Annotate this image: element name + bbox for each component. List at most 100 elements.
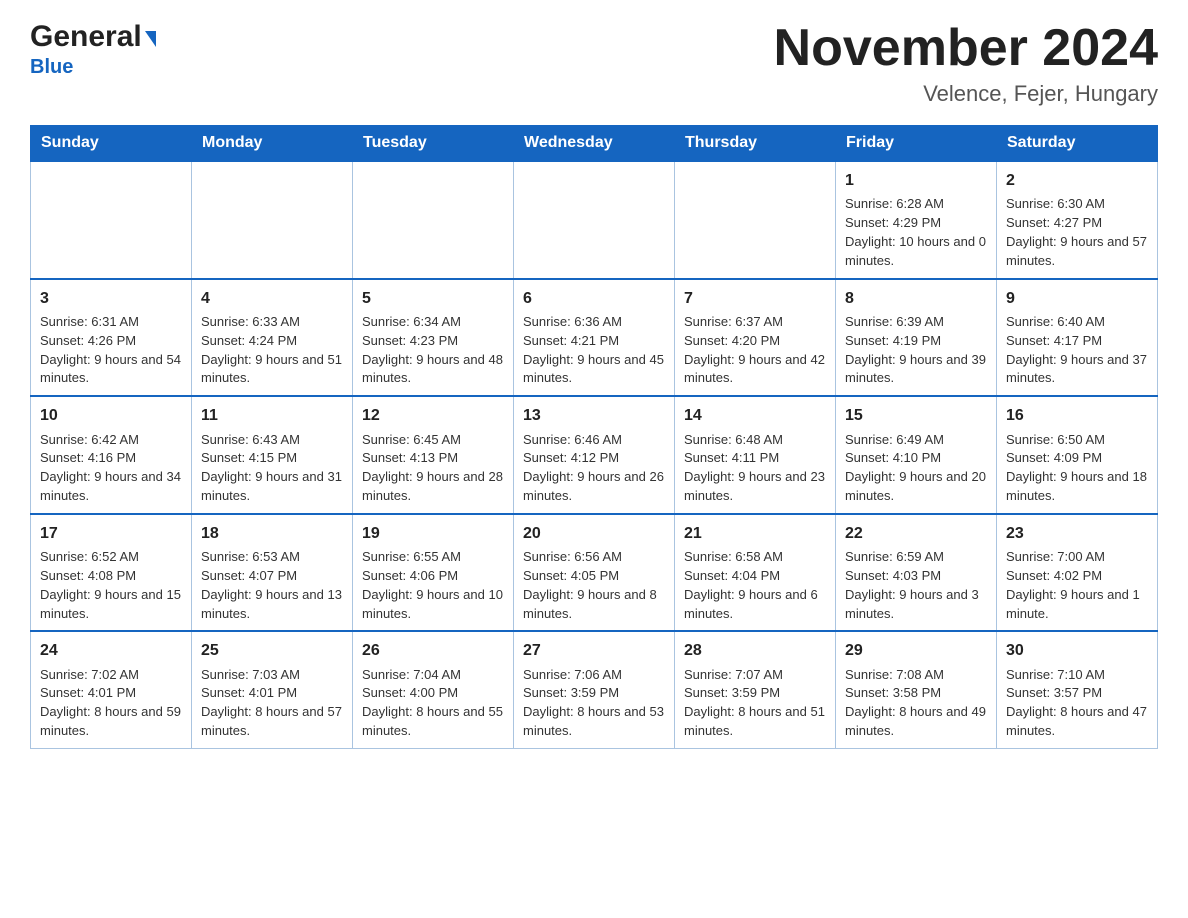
calendar-table: SundayMondayTuesdayWednesdayThursdayFrid… — [30, 125, 1158, 749]
day-number: 4 — [201, 287, 343, 310]
calendar-cell: 26 Sunrise: 7:04 AMSunset: 4:00 PMDayligh… — [353, 631, 514, 748]
day-number: 11 — [201, 404, 343, 427]
day-number: 10 — [40, 404, 182, 427]
calendar-cell: 3 Sunrise: 6:31 AMSunset: 4:26 PMDaylight… — [31, 279, 192, 397]
day-info: Sunrise: 6:53 AMSunset: 4:07 PMDaylight:… — [201, 548, 343, 623]
calendar-cell: 7 Sunrise: 6:37 AMSunset: 4:20 PMDaylight… — [675, 279, 836, 397]
day-info: Sunrise: 7:00 AMSunset: 4:02 PMDaylight:… — [1006, 548, 1148, 623]
day-number: 2 — [1006, 169, 1148, 192]
day-info: Sunrise: 6:49 AMSunset: 4:10 PMDaylight:… — [845, 431, 987, 506]
calendar-cell: 22Sunrise: 6:59 AMSunset: 4:03 PMDayligh… — [836, 514, 997, 632]
calendar-cell: 17 Sunrise: 6:52 AMSunset: 4:08 PMDayligh… — [31, 514, 192, 632]
day-header-monday: Monday — [192, 126, 353, 162]
day-info: Sunrise: 6:40 AMSunset: 4:17 PMDaylight:… — [1006, 313, 1148, 388]
calendar-cell: 6Sunrise: 6:36 AMSunset: 4:21 PMDaylight… — [514, 279, 675, 397]
calendar-cell: 5Sunrise: 6:34 AMSunset: 4:23 PMDaylight… — [353, 279, 514, 397]
day-number: 26 — [362, 639, 504, 662]
calendar-cell: 14 Sunrise: 6:48 AMSunset: 4:11 PMDayligh… — [675, 396, 836, 514]
day-info: Sunrise: 7:04 AMSunset: 4:00 PMDaylight:… — [362, 666, 504, 741]
calendar-cell: 29 Sunrise: 7:08 AMSunset: 3:58 PMDayligh… — [836, 631, 997, 748]
calendar-cell — [353, 161, 514, 279]
day-info: Sunrise: 6:58 AMSunset: 4:04 PMDaylight:… — [684, 548, 826, 623]
calendar-cell: 10 Sunrise: 6:42 AMSunset: 4:16 PMDayligh… — [31, 396, 192, 514]
day-header-sunday: Sunday — [31, 126, 192, 162]
day-info: Sunrise: 7:02 AMSunset: 4:01 PMDaylight:… — [40, 666, 182, 741]
day-number: 15 — [845, 404, 987, 427]
day-number: 25 — [201, 639, 343, 662]
day-info: Sunrise: 6:52 AMSunset: 4:08 PMDaylight:… — [40, 548, 182, 623]
day-info: Sunrise: 7:06 AMSunset: 3:59 PMDaylight:… — [523, 666, 665, 741]
calendar-cell: 21Sunrise: 6:58 AMSunset: 4:04 PMDayligh… — [675, 514, 836, 632]
week-row-5: 24 Sunrise: 7:02 AMSunset: 4:01 PMDayligh… — [31, 631, 1158, 748]
day-number: 6 — [523, 287, 665, 310]
day-number: 1 — [845, 169, 987, 192]
day-number: 20 — [523, 522, 665, 545]
day-info: Sunrise: 6:28 AMSunset: 4:29 PMDaylight:… — [845, 195, 987, 270]
logo-blue-text: Blue — [30, 56, 73, 79]
calendar-cell: 11 Sunrise: 6:43 AMSunset: 4:15 PMDayligh… — [192, 396, 353, 514]
day-info: Sunrise: 7:03 AMSunset: 4:01 PMDaylight:… — [201, 666, 343, 741]
calendar-subtitle: Velence, Fejer, Hungary — [774, 81, 1158, 107]
calendar-cell: 28Sunrise: 7:07 AMSunset: 3:59 PMDayligh… — [675, 631, 836, 748]
calendar-cell: 9 Sunrise: 6:40 AMSunset: 4:17 PMDaylight… — [997, 279, 1158, 397]
calendar-cell: 19Sunrise: 6:55 AMSunset: 4:06 PMDayligh… — [353, 514, 514, 632]
day-info: Sunrise: 6:43 AMSunset: 4:15 PMDaylight:… — [201, 431, 343, 506]
day-info: Sunrise: 6:39 AMSunset: 4:19 PMDaylight:… — [845, 313, 987, 388]
calendar-title: November 2024 — [774, 20, 1158, 77]
day-number: 17 — [40, 522, 182, 545]
day-number: 19 — [362, 522, 504, 545]
calendar-cell — [514, 161, 675, 279]
day-number: 30 — [1006, 639, 1148, 662]
week-row-1: 1 Sunrise: 6:28 AMSunset: 4:29 PMDaylight… — [31, 161, 1158, 279]
day-number: 7 — [684, 287, 826, 310]
logo-arrow-icon — [145, 31, 156, 47]
day-info: Sunrise: 6:33 AMSunset: 4:24 PMDaylight:… — [201, 313, 343, 388]
calendar-cell — [675, 161, 836, 279]
page-header: General Blue November 2024 Velence, Feje… — [30, 20, 1158, 107]
day-info: Sunrise: 6:50 AMSunset: 4:09 PMDaylight:… — [1006, 431, 1148, 506]
day-info: Sunrise: 6:37 AMSunset: 4:20 PMDaylight:… — [684, 313, 826, 388]
day-info: Sunrise: 6:31 AMSunset: 4:26 PMDaylight:… — [40, 313, 182, 388]
day-number: 8 — [845, 287, 987, 310]
calendar-cell: 12 Sunrise: 6:45 AMSunset: 4:13 PMDayligh… — [353, 396, 514, 514]
calendar-cell: 27 Sunrise: 7:06 AMSunset: 3:59 PMDayligh… — [514, 631, 675, 748]
day-header-wednesday: Wednesday — [514, 126, 675, 162]
calendar-cell: 4 Sunrise: 6:33 AMSunset: 4:24 PMDaylight… — [192, 279, 353, 397]
calendar-cell: 18 Sunrise: 6:53 AMSunset: 4:07 PMDayligh… — [192, 514, 353, 632]
calendar-cell: 20Sunrise: 6:56 AMSunset: 4:05 PMDayligh… — [514, 514, 675, 632]
day-number: 24 — [40, 639, 182, 662]
day-header-saturday: Saturday — [997, 126, 1158, 162]
logo-general-text: General — [30, 20, 142, 54]
week-row-2: 3 Sunrise: 6:31 AMSunset: 4:26 PMDaylight… — [31, 279, 1158, 397]
calendar-header-row: SundayMondayTuesdayWednesdayThursdayFrid… — [31, 126, 1158, 162]
day-info: Sunrise: 6:30 AMSunset: 4:27 PMDaylight:… — [1006, 195, 1148, 270]
day-number: 23 — [1006, 522, 1148, 545]
day-info: Sunrise: 6:45 AMSunset: 4:13 PMDaylight:… — [362, 431, 504, 506]
calendar-cell: 25 Sunrise: 7:03 AMSunset: 4:01 PMDayligh… — [192, 631, 353, 748]
day-number: 29 — [845, 639, 987, 662]
day-info: Sunrise: 6:48 AMSunset: 4:11 PMDaylight:… — [684, 431, 826, 506]
calendar-cell: 15 Sunrise: 6:49 AMSunset: 4:10 PMDayligh… — [836, 396, 997, 514]
day-info: Sunrise: 6:42 AMSunset: 4:16 PMDaylight:… — [40, 431, 182, 506]
calendar-cell: 1 Sunrise: 6:28 AMSunset: 4:29 PMDaylight… — [836, 161, 997, 279]
day-number: 5 — [362, 287, 504, 310]
logo: General Blue — [30, 20, 156, 79]
day-header-tuesday: Tuesday — [353, 126, 514, 162]
day-number: 3 — [40, 287, 182, 310]
calendar-cell: 8 Sunrise: 6:39 AMSunset: 4:19 PMDaylight… — [836, 279, 997, 397]
calendar-cell: 16 Sunrise: 6:50 AMSunset: 4:09 PMDayligh… — [997, 396, 1158, 514]
calendar-cell: 2 Sunrise: 6:30 AMSunset: 4:27 PMDaylight… — [997, 161, 1158, 279]
calendar-cell — [31, 161, 192, 279]
day-number: 9 — [1006, 287, 1148, 310]
day-number: 12 — [362, 404, 504, 427]
day-header-thursday: Thursday — [675, 126, 836, 162]
day-number: 18 — [201, 522, 343, 545]
day-header-friday: Friday — [836, 126, 997, 162]
day-number: 27 — [523, 639, 665, 662]
day-number: 14 — [684, 404, 826, 427]
day-info: Sunrise: 7:07 AMSunset: 3:59 PMDaylight:… — [684, 666, 826, 741]
day-info: Sunrise: 6:46 AMSunset: 4:12 PMDaylight:… — [523, 431, 665, 506]
day-info: Sunrise: 6:59 AMSunset: 4:03 PMDaylight:… — [845, 548, 987, 623]
day-info: Sunrise: 7:08 AMSunset: 3:58 PMDaylight:… — [845, 666, 987, 741]
day-number: 16 — [1006, 404, 1148, 427]
